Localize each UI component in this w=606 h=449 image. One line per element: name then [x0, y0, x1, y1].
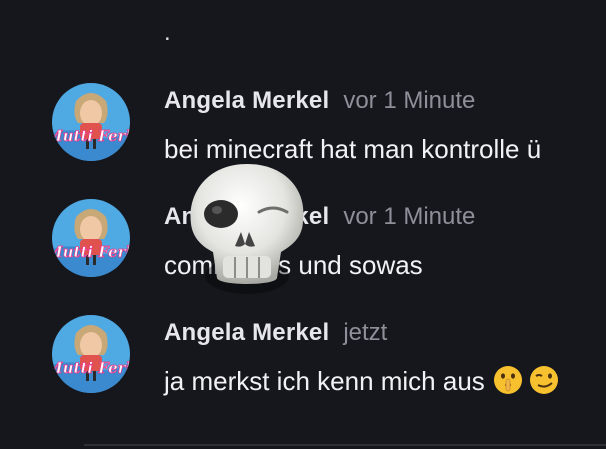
- author-name[interactable]: Angela Merkel: [164, 319, 329, 346]
- avatar-caption: Mutti Ferk: [52, 359, 130, 377]
- message-text-content: ja merkst ich kenn mich aus: [164, 366, 485, 396]
- previous-message-fragment: .: [164, 19, 171, 46]
- avatar-caption: Mutti Ferk: [52, 127, 130, 145]
- avatar-image: Mutti Ferk: [52, 315, 130, 393]
- avatar[interactable]: Mutti Ferk: [52, 83, 130, 161]
- avatar-caption: Mutti Ferk: [52, 243, 130, 261]
- avatar[interactable]: Mutti Ferk: [52, 199, 130, 277]
- avatar-image: Mutti Ferk: [52, 199, 130, 277]
- avatar-image: Mutti Ferk: [52, 83, 130, 161]
- author-name[interactable]: Angela Merkel: [164, 87, 329, 114]
- timestamp: vor 1 Minute: [343, 87, 476, 114]
- avatar[interactable]: Mutti Ferk: [52, 315, 130, 393]
- skull-icon: [190, 164, 304, 294]
- timestamp: jetzt: [343, 319, 388, 346]
- message-header: Angela Merkel vor 1 Minute: [164, 86, 475, 116]
- timestamp: vor 1 Minute: [343, 203, 476, 230]
- chat-message[interactable]: Mutti Ferk Angela Merkel jetzt ja merkst …: [0, 315, 606, 418]
- divider: [84, 444, 606, 446]
- message-text: ja merkst ich kenn mich aus: [164, 365, 559, 397]
- shushing-face-icon: [493, 366, 522, 394]
- message-header: Angela Merkel jetzt: [164, 318, 387, 348]
- smirk-face-icon: [529, 366, 558, 394]
